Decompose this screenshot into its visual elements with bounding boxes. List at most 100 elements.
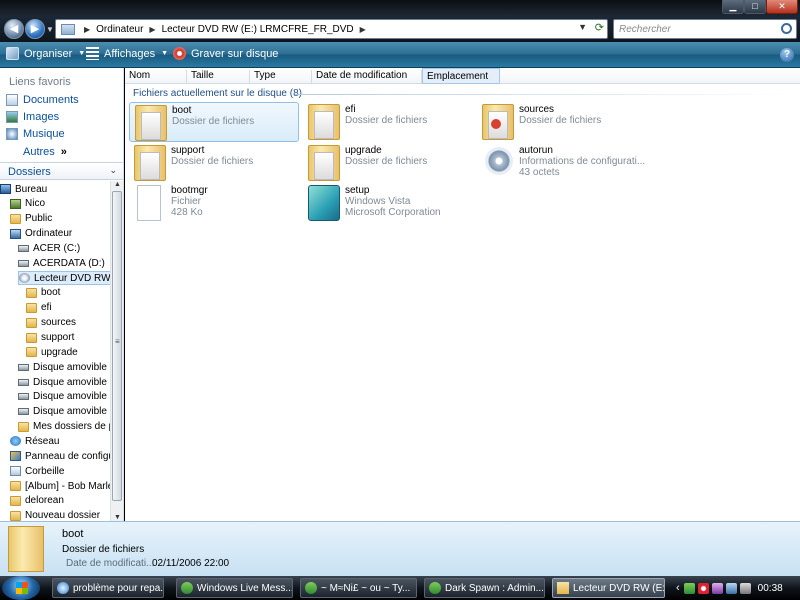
taskbar-button-label: problème pour repa... [73,582,164,594]
file-item[interactable]: efi Dossier de fichiers [303,102,473,142]
search-icon[interactable] [781,23,792,34]
computer-icon [10,228,21,239]
tray-expand-icon[interactable]: ‹ [676,582,680,594]
navigation-bar: ◀ ▶ ▼ ▶ Ordinateur ▶ Lecteur DVD RW (E:)… [0,16,800,42]
minimize-button[interactable]: ▁ [722,0,744,14]
search-placeholder: Rechercher [619,24,671,35]
file-item[interactable]: upgrade Dossier de fichiers [303,143,473,183]
recent-pages-dropdown-icon[interactable]: ▼ [46,25,54,34]
organize-icon [6,47,19,60]
views-icon [86,47,99,60]
close-button[interactable]: ✕ [766,0,798,14]
tree-item[interactable]: Panneau de configu [10,449,110,463]
tree-item[interactable]: ACERDATA (D:) [18,256,105,270]
file-item[interactable]: support Dossier de fichiers [129,143,299,183]
address-bar[interactable]: ▶ Ordinateur ▶ Lecteur DVD RW (E:) LRMCF… [55,19,608,39]
favorite-links-more[interactable]: Autres » [23,146,67,158]
burn-to-disc-button[interactable]: Graver sur disque [173,47,278,60]
ie-icon [57,582,69,594]
column-header-size[interactable]: Taille [187,70,250,84]
tree-item[interactable]: Nouveau dossier [10,509,100,521]
tree-item[interactable]: efi [26,301,52,315]
maximize-button[interactable]: □ [744,0,766,14]
tree-item[interactable]: Mes dossiers de pa [18,420,110,434]
breadcrumb-computer[interactable]: Ordinateur [96,24,143,35]
column-header-name[interactable]: Nom [125,70,187,84]
file-item[interactable]: sources Dossier de fichiers [477,102,647,142]
tree-item[interactable]: Public [10,212,52,226]
tree-item[interactable]: Bureau [0,182,47,196]
scroll-up-icon[interactable]: ▲ [114,181,121,188]
file-type: Dossier de fichiers [519,115,602,126]
taskbar-button[interactable]: Windows Live Mess... [176,578,293,598]
file-type: Informations de configurati... [519,156,646,167]
tree-item[interactable]: delorean [10,494,64,508]
folders-header[interactable]: Dossiers ⌄ [0,162,123,180]
tree-item-label: ACERDATA (D:) [33,257,105,269]
tree-item[interactable]: Lecteur DVD RW (E [18,271,110,286]
organize-label: Organiser [24,47,73,60]
clock[interactable]: 00:38 [758,583,783,594]
file-item[interactable]: boot Dossier de fichiers [129,102,299,142]
file-type: Dossier de fichiers [345,156,428,167]
breadcrumb-dvd-drive[interactable]: Lecteur DVD RW (E:) LRMCFRE_FR_DVD [162,24,354,35]
msn-icon [181,582,193,594]
organize-button[interactable]: Organiser ▼ [6,47,85,60]
file-name: setup [345,185,370,196]
group-header[interactable]: Fichiers actuellement sur le disque (8) [133,88,302,99]
tree-scrollbar[interactable]: ▲ ≡ ▼ [110,181,123,521]
taskbar-button[interactable]: Lecteur DVD RW (E:)... [552,578,665,598]
tree-item[interactable]: Nico [10,197,45,211]
views-button[interactable]: Affichages ▼ [86,47,168,60]
tree-item[interactable]: upgrade [26,345,78,359]
computer-icon [61,23,75,35]
tree-item[interactable]: ACER (C:) [18,241,80,255]
tree-item[interactable]: support [26,331,74,345]
help-icon[interactable]: ? [780,48,794,62]
tree-item[interactable]: sources [26,316,76,330]
taskbar-button[interactable]: ~ M≈Ni£ ~ ou ~ Ty... [300,578,417,598]
refresh-icon[interactable]: ⟳ [595,21,604,34]
documents-icon [6,94,18,106]
volume-icon[interactable] [739,582,751,594]
tray-app-icon[interactable] [711,582,723,594]
tree-item[interactable]: Réseau [10,434,59,448]
start-button[interactable] [2,576,40,600]
tree-item[interactable]: Corbeille [10,464,64,478]
tree-item[interactable]: [Album] - Bob Marle [10,479,110,493]
tree-item[interactable]: boot [26,286,60,300]
favorite-link-music[interactable]: Musique [6,128,65,140]
drive-icon [18,408,29,416]
breadcrumb-separator-icon[interactable]: ▶ [84,25,90,34]
file-item[interactable]: setup Windows Vista Microsoft Corporation [303,183,473,223]
column-header-type[interactable]: Type [250,70,312,84]
favorite-link-documents[interactable]: Documents [6,94,79,106]
tree-item[interactable]: Disque amovible (I [18,405,110,419]
tree-item[interactable]: Disque amovible (I [18,360,110,374]
back-button[interactable]: ◀ [4,19,24,39]
file-item[interactable]: autorun Informations de configurati... 43 … [477,143,647,183]
tree-item[interactable]: Ordinateur [10,227,72,241]
favorite-link-label: Images [23,111,60,123]
file-item[interactable]: bootmgr Fichier 428 Ko [129,183,299,223]
column-header-location[interactable]: Emplacement [422,68,500,84]
messenger-tray-icon[interactable] [683,582,695,594]
breadcrumb-separator-icon[interactable]: ▶ [360,25,366,34]
scrollbar-thumb[interactable]: ≡ [112,191,122,501]
column-header-date-modified[interactable]: Date de modification [312,70,422,84]
recycle-bin-icon [10,466,21,477]
tree-item[interactable]: Disque amovible (I [18,390,110,404]
search-input[interactable]: Rechercher [613,19,797,39]
taskbar-button[interactable]: Dark Spawn : Admin... [424,578,545,598]
tree-item-label: Mes dossiers de pa [33,421,110,433]
security-alert-icon[interactable] [697,582,709,594]
address-dropdown-icon[interactable]: ▼ [578,22,587,32]
scroll-down-icon[interactable]: ▼ [114,514,121,521]
breadcrumb-separator-icon[interactable]: ▶ [149,25,155,34]
taskbar-button[interactable]: problème pour repa... [52,578,164,598]
network-icon[interactable] [725,582,737,594]
favorite-link-images[interactable]: Images [6,111,59,123]
file-detail: Microsoft Corporation [345,207,441,218]
tree-item[interactable]: Disque amovible ( [18,375,110,389]
forward-button[interactable]: ▶ [25,19,45,39]
